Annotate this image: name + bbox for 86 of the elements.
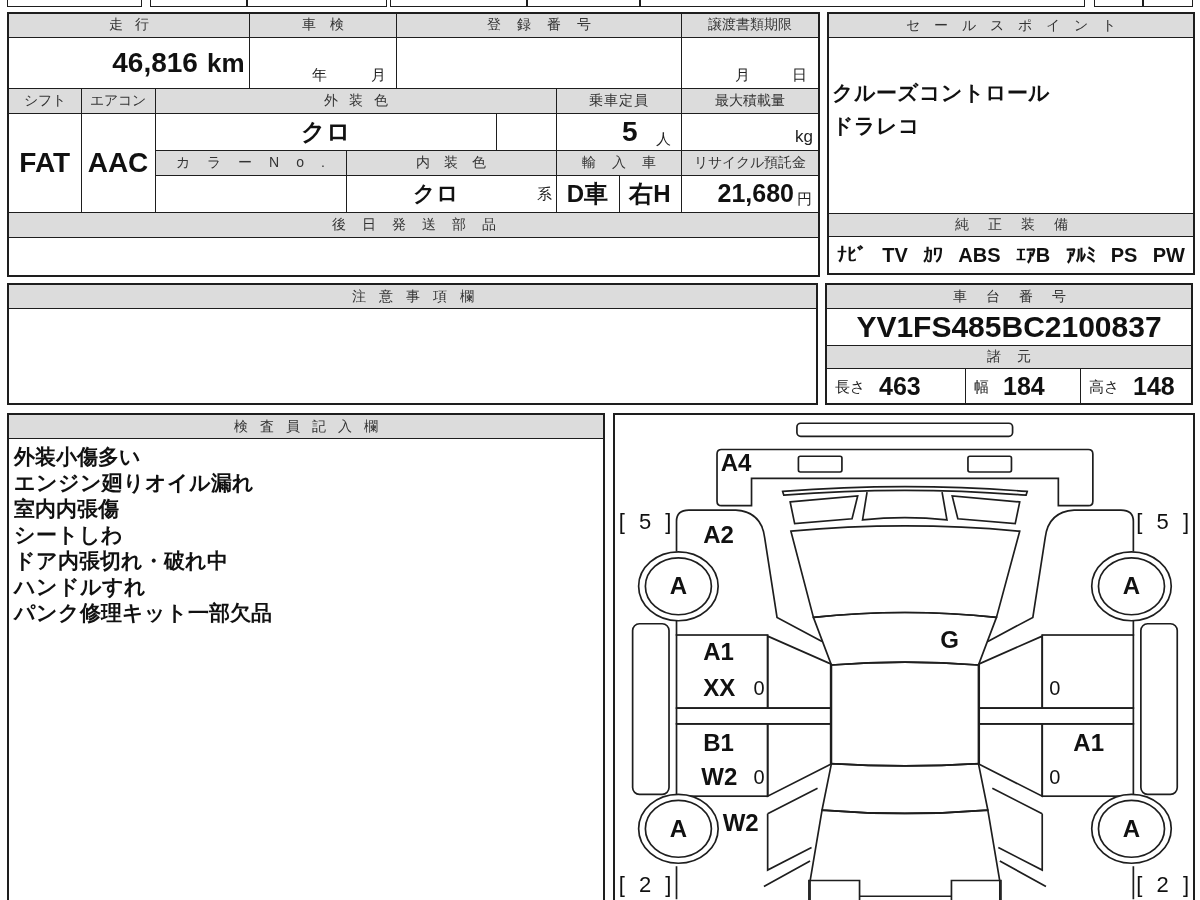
exterior-color-value: クロ (300, 119, 351, 144)
equipment-item: ABS (958, 245, 1001, 265)
sale-point-text: クルーズコントロール (832, 80, 1050, 106)
unit-label: kg (795, 127, 813, 145)
header-cell: 譲渡書類期限 (681, 13, 819, 37)
header-cell: シフト (8, 88, 81, 113)
tread-depth: [ 2 ] (618, 874, 672, 897)
dimension-value: 184 (1003, 373, 1045, 399)
tire-grade: A (1122, 816, 1141, 841)
header-cell: 内装色 (346, 150, 556, 175)
shift-value: FAT (19, 148, 71, 177)
headlight (789, 495, 859, 525)
section-header: セールスポイント (829, 14, 1193, 38)
tire-grade: A (669, 574, 688, 599)
equipment-item: ﾅﾋﾞ (837, 245, 867, 265)
unit-label: 年 (311, 66, 327, 82)
mileage-value: 46,816 (112, 48, 198, 77)
comment-text: ハンドルすれ (14, 574, 146, 600)
door-note: 0 (1049, 767, 1061, 788)
damage-mark: A1 (703, 639, 734, 664)
capacity-value: 5 (621, 117, 638, 146)
comment-text: エンジン廻りオイル漏れ (14, 470, 254, 496)
tire-grade: A (669, 816, 688, 841)
tire-grade: A (1122, 574, 1141, 599)
mileage-unit: km (206, 49, 245, 76)
comment-text: ドア内張切れ・破れ中 (14, 548, 228, 574)
headlight (951, 495, 1021, 525)
header-cell: 走行 (8, 13, 249, 37)
unit-label: 円 (797, 190, 812, 206)
equipment-item: ｶﾜ (923, 245, 944, 265)
dimension-label: 高さ (1089, 378, 1119, 394)
unit-label: 月 (370, 66, 386, 82)
steering-value: 右H (629, 181, 671, 206)
comment-text: 外装小傷多い (14, 444, 141, 470)
comment-text: 室内内張傷 (14, 496, 119, 522)
section-header: 諸元 (827, 345, 1191, 369)
equipment-item: ｴｱB (1015, 245, 1051, 265)
unit-label: 月 (735, 66, 750, 82)
dimension-label: 長さ (835, 378, 865, 394)
dimension-value: 463 (879, 373, 921, 399)
sale-point-text: ドラレコ (832, 113, 920, 139)
tread-depth: [ 5 ] (1136, 511, 1190, 534)
tread-depth: [ 5 ] (618, 511, 672, 534)
damage-mark: W2 (701, 765, 738, 790)
header-cell: 後日発送部品 (8, 212, 819, 237)
unit-label: 人 (655, 130, 671, 146)
chassis-number: YV1FS485BC2100837 (856, 312, 1162, 342)
section-header: 車台番号 (827, 285, 1191, 309)
equipment-item: PW (1152, 245, 1185, 265)
header-cell: 登録番号 (396, 13, 681, 37)
comment-text: パンク修理キット一部欠品 (14, 600, 272, 626)
door-note: 0 (753, 677, 765, 698)
damage-mark: A4 (720, 450, 752, 475)
damage-mark: A1 (1073, 731, 1105, 756)
damage-mark: G (940, 628, 959, 653)
damage-mark: A2 (703, 523, 734, 548)
door-note: 0 (753, 767, 765, 788)
comment-text: シートしわ (14, 522, 123, 548)
dimension-label: 幅 (974, 378, 989, 394)
header-cell: 最大積載量 (681, 88, 819, 113)
header-cell: 外装色 (155, 88, 556, 113)
header-cell: 乗車定員 (556, 88, 681, 113)
tread-depth: [ 2 ] (1136, 874, 1190, 897)
recycle-deposit-value: 21,680 (717, 180, 794, 206)
interior-color-value: クロ (412, 182, 459, 205)
section-header: 検査員記入欄 (9, 415, 603, 439)
dimension-value: 148 (1133, 373, 1175, 399)
unit-label: 系 (536, 186, 552, 201)
equipment-item: TV (882, 245, 908, 265)
header-cell: 輸入車 (556, 150, 681, 175)
dealer-value: D車 (566, 181, 609, 206)
door-note: 0 (1049, 677, 1061, 698)
section-header: 注意事項欄 (9, 285, 816, 309)
fog-lamp (797, 455, 843, 473)
unit-label: 日 (792, 66, 807, 82)
damage-mark: XX (703, 675, 736, 700)
header-cell: カラーNo. (155, 150, 346, 175)
aircon-value: AAC (87, 148, 149, 177)
damage-mark: B1 (703, 731, 734, 756)
equipment-item: ｱﾙﾐ (1065, 245, 1096, 265)
damage-mark: W2 (722, 810, 759, 835)
equipment-item: PS (1110, 245, 1138, 265)
section-header: 純正装備 (829, 213, 1193, 237)
header-cell: 車検 (249, 13, 396, 37)
header-cell: リサイクル預託金 (681, 150, 819, 175)
fog-lamp (967, 455, 1013, 473)
